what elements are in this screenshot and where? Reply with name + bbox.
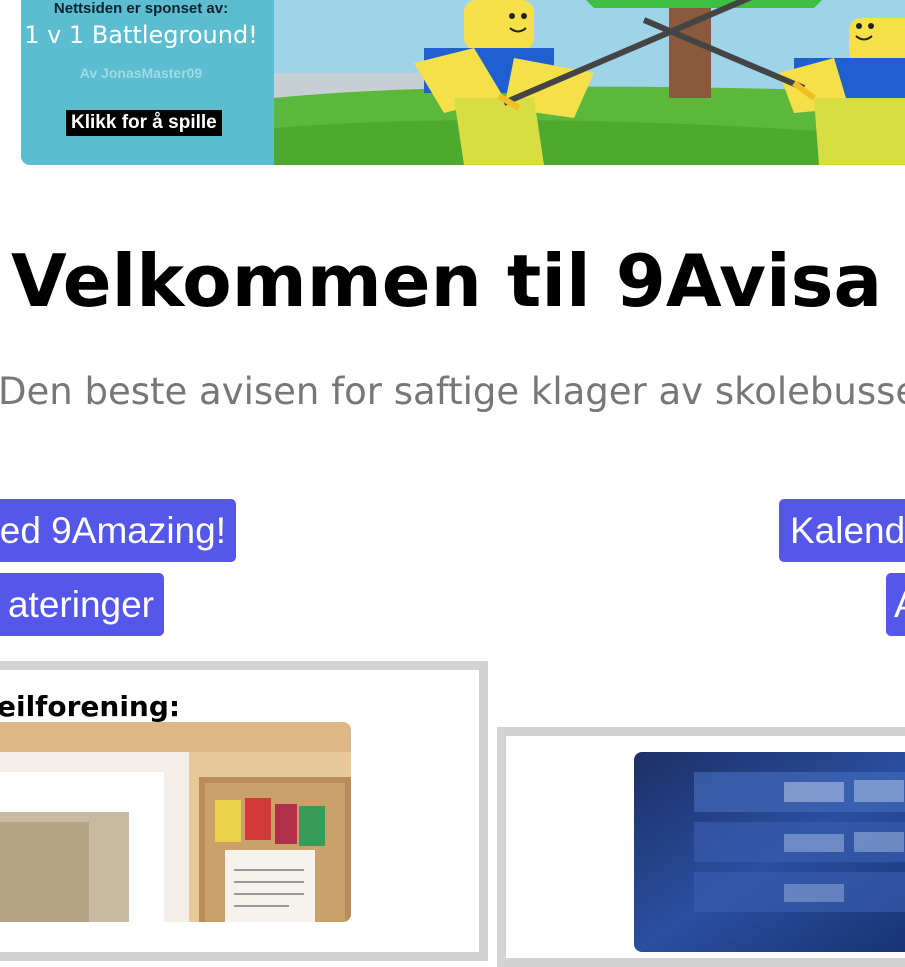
page-title: Velkommen til 9Avisa <box>11 239 883 323</box>
sponsor-banner[interactable]: Nettsiden er sponset av: 1 v 1 Battlegro… <box>21 0 905 165</box>
game-title: 1 v 1 Battleground! <box>24 21 258 49</box>
right-nav-button[interactable]: A <box>886 573 905 636</box>
game-artwork-image <box>274 0 905 165</box>
game-author: Av JonasMaster09 <box>79 65 203 81</box>
departure-board-photo <box>634 752 905 952</box>
sponsor-line: Nettsiden er sponset av: <box>53 0 229 17</box>
9amazing-button[interactable]: ed 9Amazing! <box>0 499 236 562</box>
play-game-button[interactable]: Klikk for å spille <box>66 110 222 136</box>
oppdateringer-button[interactable]: ateringer <box>0 573 164 636</box>
news-card-left: eilforening: <box>0 661 488 961</box>
news-card-right <box>497 727 905 967</box>
kiosk-photo <box>0 722 351 922</box>
card-heading: eilforening: <box>0 690 181 723</box>
tagline: Den beste avisen for saftige klager av s… <box>0 370 905 413</box>
banner-text-panel: Nettsiden er sponset av: 1 v 1 Battlegro… <box>21 0 274 165</box>
kalender-button[interactable]: Kalend <box>779 499 905 562</box>
